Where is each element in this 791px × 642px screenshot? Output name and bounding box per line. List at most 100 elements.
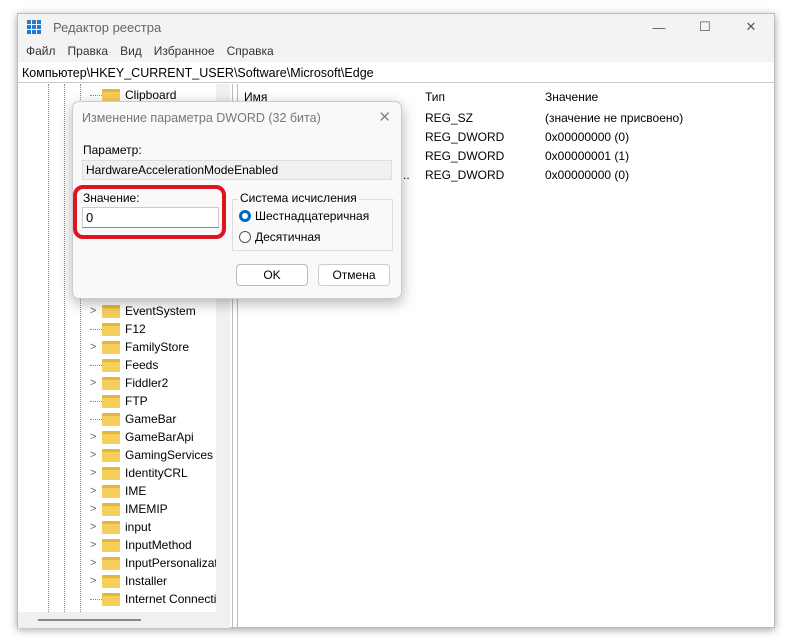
chevron-right-icon[interactable]: > <box>90 539 102 551</box>
row-value: 0x00000000 (0) <box>545 130 630 144</box>
tree-connector <box>90 95 102 96</box>
menu-help[interactable]: Справка <box>227 44 274 58</box>
chevron-right-icon[interactable]: > <box>90 431 102 443</box>
base-label: Система исчисления <box>238 191 359 205</box>
ok-button[interactable]: OK <box>236 264 308 286</box>
tree-node[interactable]: > input <box>90 518 151 536</box>
tree-node-label: FTP <box>125 394 148 408</box>
folder-icon <box>102 466 120 480</box>
row-type: REG_DWORD <box>425 130 505 144</box>
tree-connector <box>90 419 102 420</box>
chevron-right-icon[interactable]: > <box>90 503 102 515</box>
radio-decimal[interactable]: Десятичная <box>239 230 321 244</box>
tree-node[interactable]: > InputMethod <box>90 536 192 554</box>
folder-icon <box>102 502 120 516</box>
tree-node[interactable]: > IME <box>90 482 146 500</box>
dialog-close-icon[interactable]: ✕ <box>378 108 391 126</box>
tree-connector <box>90 599 102 600</box>
folder-icon <box>102 340 120 354</box>
folder-icon <box>102 394 120 408</box>
menu-favorites[interactable]: Избранное <box>154 44 215 58</box>
column-type-header[interactable]: Тип <box>425 90 445 104</box>
tree-node-label: InputPersonalizat <box>125 556 218 570</box>
maximize-button[interactable]: ☐ <box>682 14 728 40</box>
folder-icon <box>102 376 120 390</box>
chevron-right-icon[interactable]: > <box>90 305 102 317</box>
tree-node-label: GameBar <box>125 412 177 426</box>
chevron-right-icon[interactable]: > <box>90 521 102 533</box>
tree-node[interactable]: > Installer <box>90 572 167 590</box>
param-label: Параметр: <box>83 143 142 157</box>
tree-connector <box>90 401 102 402</box>
tree-node[interactable]: > EventSystem <box>90 302 196 320</box>
dialog-title: Изменение параметра DWORD (32 бита) <box>82 111 321 125</box>
tree-node-label: IME <box>125 484 147 498</box>
tree-node[interactable]: > FamilyStore <box>90 338 189 356</box>
chevron-right-icon[interactable]: > <box>90 557 102 569</box>
radio-hex[interactable]: Шестнадцатеричная <box>239 209 369 223</box>
tree-node-label: Fiddler2 <box>125 376 169 390</box>
row-type: REG_DWORD <box>425 149 505 163</box>
chevron-right-icon[interactable]: > <box>90 467 102 479</box>
tree-connector <box>90 329 102 330</box>
menu-bar: Файл Правка Вид Избранное Справка <box>18 40 774 62</box>
tree-node[interactable]: > GamingServices <box>90 446 213 464</box>
regedit-icon <box>27 20 41 34</box>
tree-node[interactable]: > GameBarApi <box>90 428 194 446</box>
folder-icon <box>102 484 120 498</box>
tree-connector <box>90 365 102 366</box>
tree-node[interactable]: > IMEMIP <box>90 500 168 518</box>
tree-node[interactable]: GameBar <box>90 410 176 428</box>
row-type: REG_DWORD <box>425 168 505 182</box>
menu-file[interactable]: Файл <box>26 44 56 58</box>
folder-icon <box>102 88 120 102</box>
menu-edit[interactable]: Правка <box>68 44 109 58</box>
folder-icon <box>102 538 120 552</box>
tree-node-label: InputMethod <box>125 538 192 552</box>
folder-icon <box>102 358 120 372</box>
chevron-right-icon[interactable]: > <box>90 377 102 389</box>
tree-node-label: GameBarApi <box>125 430 194 444</box>
param-name-field: HardwareAccelerationModeEnabled <box>82 160 392 180</box>
tree-node[interactable]: Feeds <box>90 356 158 374</box>
folder-icon <box>102 430 120 444</box>
folder-icon <box>102 592 120 606</box>
cancel-button[interactable]: Отмена <box>318 264 390 286</box>
tree-node[interactable]: > IdentityCRL <box>90 464 188 482</box>
tree-node-label: FamilyStore <box>125 340 190 354</box>
folder-icon <box>102 556 120 570</box>
scroll-thumb[interactable] <box>38 619 141 621</box>
chevron-right-icon[interactable]: > <box>90 485 102 497</box>
folder-icon <box>102 322 120 336</box>
tree-node[interactable]: Internet Connecti <box>90 590 216 608</box>
menu-view[interactable]: Вид <box>120 44 142 58</box>
close-button[interactable]: ✕ <box>728 14 774 40</box>
tree-node-label: GamingServices <box>125 448 214 462</box>
tree-node-label: IdentityCRL <box>125 466 188 480</box>
tree-node-label: EventSystem <box>125 304 196 318</box>
tree-node[interactable]: > Fiddler2 <box>90 374 168 392</box>
base-group: Система исчисления Шестнадцатеричная Дес… <box>232 191 393 251</box>
row-value: (значение не присвоено) <box>545 111 684 125</box>
tree-node-label: Clipboard <box>125 88 177 102</box>
folder-icon <box>102 520 120 534</box>
radio-selected-icon <box>239 210 251 222</box>
tree-node[interactable]: F12 <box>90 320 146 338</box>
row-value: 0x00000000 (0) <box>545 168 630 182</box>
title-bar: Редактор реестра — ☐ ✕ <box>18 14 774 40</box>
chevron-right-icon[interactable]: > <box>90 341 102 353</box>
address-bar[interactable]: Компьютер\HKEY_CURRENT_USER\Software\Mic… <box>18 63 774 83</box>
radio-decimal-label: Десятичная <box>255 230 321 244</box>
folder-icon <box>102 448 120 462</box>
minimize-button[interactable]: — <box>636 14 682 40</box>
row-value: 0x00000001 (1) <box>545 149 630 163</box>
chevron-right-icon[interactable]: > <box>90 575 102 587</box>
tree-node[interactable]: FTP <box>90 392 148 410</box>
tree-node[interactable]: > InputPersonalizat <box>90 554 218 572</box>
column-value-header[interactable]: Значение <box>545 90 598 104</box>
tree-node-label: input <box>125 520 152 534</box>
tree-horizontal-scrollbar[interactable] <box>18 612 230 628</box>
folder-icon <box>102 412 120 426</box>
chevron-right-icon[interactable]: > <box>90 449 102 461</box>
tree-node-label: IMEMIP <box>125 502 168 516</box>
